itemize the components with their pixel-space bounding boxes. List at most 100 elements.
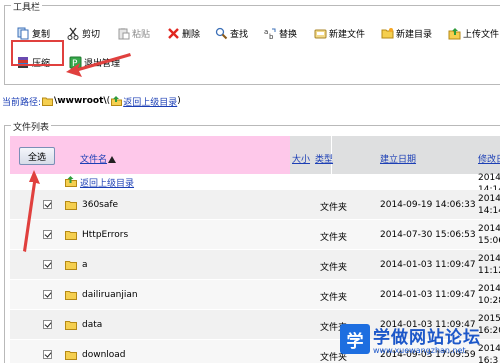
delete-x-icon xyxy=(168,27,179,39)
mdate-line-1: 2014-0 xyxy=(478,254,500,264)
upload-label: 上传文件 xyxy=(463,29,500,40)
svg-text:b: b xyxy=(269,33,274,40)
row-name[interactable]: HttpErrors xyxy=(82,230,128,240)
replace-label: 替换 xyxy=(279,29,298,40)
row-modified: 2014-0 15:06: xyxy=(478,223,500,247)
up-folder-icon xyxy=(65,176,77,187)
folder-icon xyxy=(65,231,77,240)
replace-button[interactable]: ab 替换 xyxy=(264,24,297,42)
row-created: 2014-07-30 15:06:53 xyxy=(380,230,476,240)
folder-icon xyxy=(42,97,54,106)
delete-label: 删除 xyxy=(182,29,201,40)
folder-icon xyxy=(65,201,77,210)
watermark-title: 学做网站论坛 xyxy=(373,328,481,348)
scissors-icon xyxy=(67,27,79,40)
mdate-line-2: 11:12: xyxy=(478,266,500,276)
toolbar-row-1: 复制 剪切 粘贴 删除 查找 ab 替换 新建文件 新建目录 上传文件 xyxy=(5,23,500,43)
row-name[interactable]: 360safe xyxy=(82,200,118,210)
table-header: 全选 文件名 大小 类型 建立日期 修改日 xyxy=(10,136,500,174)
new-file-icon xyxy=(314,29,327,38)
row-created: 2014-01-03 11:09:47 xyxy=(380,290,476,300)
row-checkbox[interactable] xyxy=(43,230,52,239)
watermark-logo: 学 xyxy=(340,324,370,354)
row-type: 文件夹 xyxy=(320,293,348,303)
back-to-parent-row: 返回上级目录 2014-014:14: xyxy=(10,173,500,195)
table-row[interactable]: dailiruanjian 文件夹 2014-01-03 11:09:47 20… xyxy=(10,280,500,310)
column-modified-header[interactable]: 修改日 xyxy=(478,152,500,165)
column-name-label: 文件名 xyxy=(80,155,108,165)
folder-icon xyxy=(65,351,77,360)
folder-icon xyxy=(65,291,77,300)
new-folder-icon xyxy=(381,27,394,38)
row-modified: 2014-0 14:14: xyxy=(478,193,500,217)
row-name[interactable]: data xyxy=(82,320,102,330)
search-label: 查找 xyxy=(230,29,249,40)
paste-button[interactable]: 粘贴 xyxy=(117,24,150,42)
upload-button[interactable]: 上传文件 xyxy=(448,24,499,42)
row-checkbox[interactable] xyxy=(43,290,52,299)
row-modified: 2014-0 10:28: xyxy=(478,283,500,307)
column-created-header[interactable]: 建立日期 xyxy=(380,152,416,165)
new-folder-button[interactable]: 新建目录 xyxy=(381,24,432,42)
replace-icon: ab xyxy=(264,28,276,40)
mdate-line-2: 15:06: xyxy=(478,236,500,246)
file-list-legend: 文件列表 xyxy=(11,120,52,133)
row-checkbox[interactable] xyxy=(43,350,52,359)
mdate-line-1: 2014-0 xyxy=(478,173,500,183)
copy-label: 复制 xyxy=(32,29,51,40)
path-paren-close: ) xyxy=(177,96,181,106)
row-name[interactable]: dailiruanjian xyxy=(82,290,138,300)
table-row[interactable]: a 文件夹 2014-01-03 11:09:47 2014-0 11:12: xyxy=(10,250,500,280)
column-type-header[interactable]: 类型 xyxy=(315,152,333,165)
paste-label: 粘贴 xyxy=(132,29,151,40)
mdate-line-1: 2014-0 xyxy=(478,224,500,234)
row-created: 2014-01-03 11:09:47 xyxy=(380,260,476,270)
cut-button[interactable]: 剪切 xyxy=(67,24,100,42)
sort-up-icon xyxy=(108,156,117,163)
svg-text:a: a xyxy=(264,28,268,36)
row-type: 文件夹 xyxy=(320,203,348,213)
up-folder-icon xyxy=(111,96,123,106)
row-checkbox[interactable] xyxy=(43,320,52,329)
new-file-label: 新建文件 xyxy=(329,29,366,40)
mdate-line-2: 14:14: xyxy=(478,206,500,216)
row-type: 文件夹 xyxy=(320,263,348,273)
new-file-button[interactable]: 新建文件 xyxy=(314,24,365,42)
annotation-arrow-icon xyxy=(23,170,40,252)
toolbar-legend: 工具栏 xyxy=(11,0,43,13)
cut-label: 剪切 xyxy=(82,29,101,40)
folder-icon xyxy=(65,321,77,330)
mdate-line-2: 10:28: xyxy=(478,296,500,306)
table-row[interactable]: HttpErrors 文件夹 2014-07-30 15:06:53 2014-… xyxy=(10,220,500,250)
annotation-highlight-box xyxy=(11,40,64,66)
current-path: 当前路径: \wwwroot\ ( 返回上级目录 ) xyxy=(2,94,181,108)
new-folder-label: 新建目录 xyxy=(396,29,433,40)
search-icon xyxy=(215,27,228,39)
select-all-button[interactable]: 全选 xyxy=(19,147,55,165)
watermark: 学 学做网站论坛 www.xuewangzhan.net xyxy=(340,322,500,363)
back-to-parent-link[interactable]: 返回上级目录 xyxy=(80,176,134,189)
row-name[interactable]: download xyxy=(82,350,126,360)
folder-icon xyxy=(65,261,77,270)
column-name-header[interactable]: 文件名 xyxy=(80,152,117,165)
copy-icon xyxy=(17,27,29,39)
table-row[interactable]: 360safe 文件夹 2014-09-19 14:06:33 2014-0 14… xyxy=(10,190,500,220)
paste-icon xyxy=(118,27,130,39)
row-checkbox[interactable] xyxy=(43,260,52,269)
annotation-arrow-icon xyxy=(66,53,131,77)
path-paren-open: ( xyxy=(106,96,111,106)
upload-icon xyxy=(448,27,461,39)
row-name[interactable]: a xyxy=(82,260,88,270)
mdate-line-1: 2014-0 xyxy=(478,284,500,294)
watermark-url: www.xuewangzhan.net xyxy=(373,346,466,355)
row-type: 文件夹 xyxy=(320,233,348,243)
delete-button[interactable]: 删除 xyxy=(167,24,200,42)
path-value: \wwwroot\ xyxy=(54,96,107,106)
mdate-line-1: 2014-0 xyxy=(478,194,500,204)
row-created: 2014-09-19 14:06:33 xyxy=(380,200,476,210)
row-checkbox[interactable] xyxy=(43,200,52,209)
column-size-header[interactable]: 大小 xyxy=(292,152,310,165)
path-up-link[interactable]: 返回上级目录 xyxy=(123,95,177,108)
search-button[interactable]: 查找 xyxy=(215,24,248,42)
row-modified: 2014-0 11:12: xyxy=(478,253,500,277)
